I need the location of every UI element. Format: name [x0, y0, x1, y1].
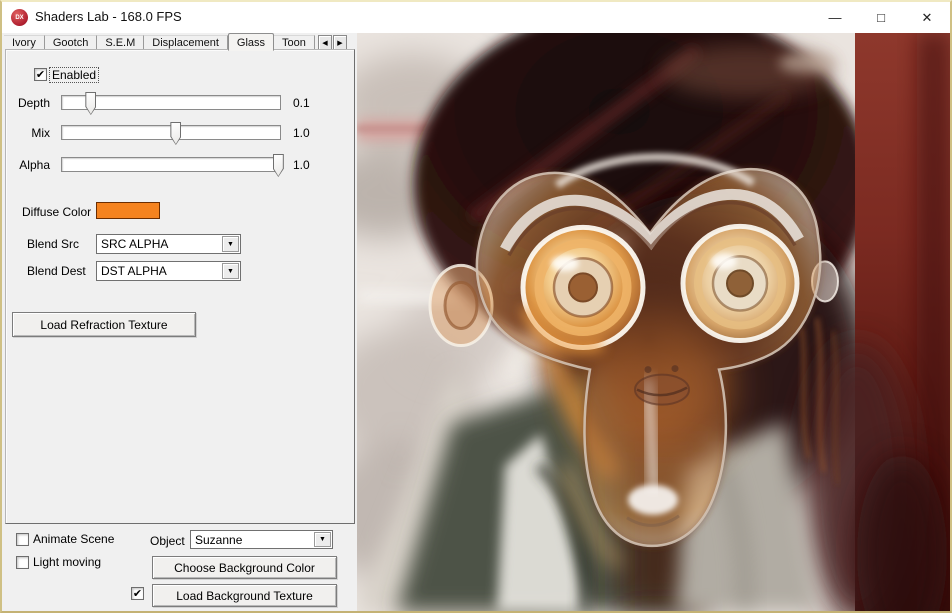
- tab-scroll-left-icon[interactable]: ◀: [318, 35, 332, 50]
- mix-slider-row: Mix 1.0: [6, 125, 354, 149]
- depth-value: 0.1: [293, 96, 310, 110]
- tab-displacement[interactable]: Displacement: [144, 35, 228, 50]
- tab-toon[interactable]: Toon: [274, 35, 315, 50]
- alpha-label: Alpha: [6, 158, 50, 172]
- window-content: Ivory Gootch S.E.M Displacement Glass To…: [2, 33, 950, 611]
- load-background-texture-checkbox[interactable]: ✔: [131, 587, 144, 600]
- enabled-checkbox[interactable]: ✔: [34, 68, 47, 81]
- animate-scene-checkbox[interactable]: [16, 533, 29, 546]
- alpha-slider[interactable]: [61, 157, 281, 172]
- window-controls: — □ ✕: [812, 2, 950, 33]
- blend-dest-combo[interactable]: DST ALPHA ▼: [96, 261, 241, 281]
- blend-src-label: Blend Src: [27, 237, 79, 251]
- close-button-icon[interactable]: ✕: [904, 2, 950, 33]
- app-icon[interactable]: DX: [11, 9, 28, 26]
- blend-src-combo[interactable]: SRC ALPHA ▼: [96, 234, 241, 254]
- depth-slider-thumb[interactable]: [85, 92, 96, 115]
- shader-tabs: Ivory Gootch S.E.M Displacement Glass To…: [4, 34, 355, 50]
- mix-slider[interactable]: [61, 125, 281, 140]
- mix-value: 1.0: [293, 126, 310, 140]
- blend-src-value: SRC ALPHA: [101, 237, 168, 251]
- depth-label: Depth: [6, 96, 50, 110]
- object-dropdown-icon[interactable]: ▼: [314, 532, 331, 547]
- object-label: Object: [150, 534, 185, 548]
- tab-ivory[interactable]: Ivory: [4, 35, 45, 50]
- object-value: Suzanne: [195, 533, 242, 547]
- glass-tab-page: ✔ Enabled Depth 0.1 Mix 1.0: [5, 49, 355, 524]
- controls-panel: Ivory Gootch S.E.M Displacement Glass To…: [2, 33, 357, 611]
- light-moving-label[interactable]: Light moving: [33, 555, 101, 569]
- choose-background-color-button[interactable]: Choose Background Color: [152, 556, 337, 579]
- tab-glass[interactable]: Glass: [228, 33, 274, 51]
- mix-slider-thumb[interactable]: [170, 122, 181, 145]
- render-viewport[interactable]: [357, 33, 950, 611]
- tab-gootch[interactable]: Gootch: [45, 35, 97, 50]
- blend-dest-label: Blend Dest: [27, 264, 86, 278]
- blend-src-dropdown-icon[interactable]: ▼: [222, 236, 239, 252]
- tab-sem[interactable]: S.E.M: [97, 35, 144, 50]
- minimize-button-icon[interactable]: —: [812, 2, 858, 33]
- tab-scroll-right-icon[interactable]: ▶: [333, 35, 347, 50]
- maximize-button-icon[interactable]: □: [858, 2, 904, 33]
- animate-scene-label[interactable]: Animate Scene: [33, 532, 114, 546]
- title-bar: DX Shaders Lab - 168.0 FPS — □ ✕: [2, 2, 950, 33]
- light-moving-checkbox[interactable]: [16, 556, 29, 569]
- mix-label: Mix: [6, 126, 50, 140]
- viewport-render: [357, 33, 950, 611]
- object-combo[interactable]: Suzanne ▼: [190, 530, 333, 549]
- load-refraction-texture-button[interactable]: Load Refraction Texture: [12, 312, 196, 337]
- enabled-label[interactable]: Enabled: [50, 68, 98, 82]
- blend-dest-dropdown-icon[interactable]: ▼: [222, 263, 239, 279]
- tab-scroll-buttons: ◀ ▶: [317, 35, 347, 50]
- alpha-value: 1.0: [293, 158, 310, 172]
- window-title: Shaders Lab - 168.0 FPS: [35, 9, 182, 24]
- alpha-slider-thumb[interactable]: [273, 154, 284, 177]
- app-window: DX Shaders Lab - 168.0 FPS — □ ✕ Ivory G…: [0, 0, 952, 613]
- depth-slider-row: Depth 0.1: [6, 95, 354, 119]
- load-background-texture-button[interactable]: Load Background Texture: [152, 584, 337, 607]
- depth-slider[interactable]: [61, 95, 281, 110]
- alpha-slider-row: Alpha 1.0: [6, 157, 354, 181]
- diffuse-color-swatch[interactable]: [96, 202, 160, 219]
- blend-dest-value: DST ALPHA: [101, 264, 167, 278]
- diffuse-color-label: Diffuse Color: [22, 205, 91, 219]
